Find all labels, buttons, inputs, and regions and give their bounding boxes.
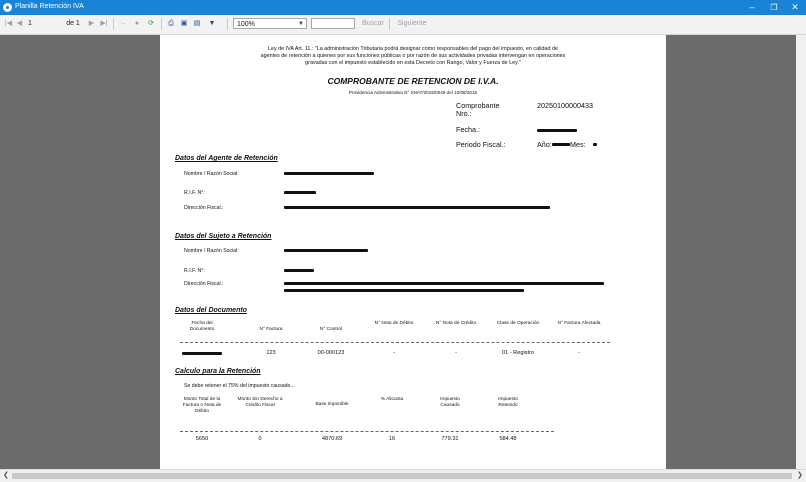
next-page-icon[interactable]: ▶ [87, 18, 96, 30]
calculo-alicuota-value: 16 [388, 436, 396, 442]
find-button[interactable]: Buscar [360, 18, 386, 30]
fecha-label: Fecha.: [456, 125, 480, 134]
documento-header-control: N° Control [319, 327, 343, 332]
documento-header-nota-credito: N° Nota de Crédito [435, 321, 477, 326]
find-next-button[interactable]: Siguiente [395, 18, 429, 30]
documento-factura-afectada-value: - [578, 350, 580, 356]
documento-nota-credito-value: - [455, 350, 457, 356]
documento-divider [180, 342, 610, 343]
documento-header-fecha: Fecha del Documento [189, 321, 215, 332]
redacted-agente-rif [284, 191, 316, 194]
toolbar-separator [389, 18, 390, 30]
calculo-note: Se debe retener el 75% del impuesto caus… [184, 383, 295, 389]
redacted-agente-address [284, 206, 550, 209]
redacted-agente-name [284, 172, 374, 175]
scrollbar-thumb[interactable] [12, 473, 792, 479]
redacted-documento-fecha [182, 352, 222, 355]
app-icon [3, 3, 12, 12]
redacted-sujeto-address-line-2 [284, 289, 524, 292]
agente-name-label: Nombre / Razón Social: [184, 171, 239, 177]
calculo-sin-derecho-value: 0 [258, 436, 262, 442]
minimize-icon[interactable]: – [741, 0, 763, 15]
calculo-header-causado: Impuesto Causado [440, 397, 460, 408]
redacted-sujeto-name [284, 249, 368, 252]
maximize-icon[interactable]: ❐ [763, 0, 785, 15]
law-text-line-2: agentes de retención a quienes por sus f… [260, 53, 566, 59]
sujeto-heading: Datos del Sujeto a Retención [175, 233, 272, 240]
print-icon[interactable]: ⎙ [166, 18, 176, 30]
zoom-value: 100% [237, 21, 255, 28]
calculo-retenido-value: 584.48 [499, 436, 517, 442]
first-page-icon[interactable]: |◀ [4, 18, 13, 30]
redacted-sujeto-address-line-1 [284, 282, 604, 285]
zoom-select[interactable]: 100% ▼ [233, 18, 307, 29]
calculo-causado-value: 779.31 [441, 436, 459, 442]
law-text-line-3: gravadas con el impuesto establecido en … [305, 60, 521, 66]
calculo-header-sin-derecho: Monto Sin Derecho a Crédito Fiscal [237, 397, 283, 408]
close-icon[interactable]: ✕ [784, 0, 806, 15]
page-setup-icon[interactable]: ▤ [192, 18, 202, 30]
toolbar-separator [113, 18, 114, 30]
back-icon[interactable]: ← [119, 18, 128, 30]
agente-rif-label: R.I.F. N°: [184, 190, 205, 196]
stop-icon[interactable]: ● [132, 18, 142, 30]
last-page-icon[interactable]: ▶| [99, 18, 109, 30]
documento-header-factura: N° Factura [259, 327, 283, 332]
calculo-header-retenido: Impuesto Retenido [498, 397, 518, 408]
agente-address-label: Dirección Fiscal.: [184, 205, 224, 211]
report-page: Ley de IVA Art. 11.: "La administración … [160, 35, 666, 469]
redacted-year [552, 143, 570, 146]
scroll-right-icon[interactable]: ❯ [797, 471, 803, 479]
periodo-fiscal-label: Periodo Fiscal.: [456, 140, 506, 149]
window-titlebar: Planilla Retención IVA – ❐ ✕ [0, 0, 806, 15]
calculo-header-base: Base Imponible [315, 402, 349, 407]
vertical-scrollbar[interactable] [796, 35, 806, 469]
calculo-heading: Calculo para la Retención [175, 368, 261, 375]
report-toolbar: |◀ ◀ 1 de 1 ▶ ▶| ← ● ⟳ ⎙ ▣ ▤ ▼ 100% ▼ Bu… [0, 15, 806, 35]
documento-clase-value: 01 - Registro [501, 350, 535, 356]
toolbar-separator [161, 18, 162, 30]
documento-factura-value: 123 [266, 350, 276, 356]
documento-nota-debito-value: - [393, 350, 395, 356]
scroll-left-icon[interactable]: ❮ [3, 471, 9, 479]
search-input[interactable] [311, 18, 355, 29]
documento-header-factura-afectada: N° Factura Afectada [557, 321, 601, 326]
periodo-month-label: Mes: [570, 140, 586, 149]
page-number-input[interactable]: 1 [28, 18, 44, 30]
report-title: COMPROBANTE DE RETENCION DE I.V.A. [327, 76, 499, 86]
documento-heading: Datos del Documento [175, 307, 247, 314]
documento-header-nota-debito: N° Nota de Débito [374, 321, 414, 326]
calculo-divider [180, 431, 554, 432]
refresh-icon[interactable]: ⟳ [146, 18, 156, 30]
page-count-label: de 1 [66, 20, 80, 27]
calculo-header-alicuota: % Alicuota [380, 397, 404, 402]
calculo-header-monto-total: Monto Total de la Factura o Nota de Débi… [182, 397, 222, 414]
sujeto-rif-label: R.I.F. N°: [184, 268, 205, 274]
documento-control-value: 00-000123 [317, 350, 345, 356]
redacted-month [593, 143, 597, 146]
sujeto-address-label: Dirección Fiscal.: [184, 281, 224, 287]
comprobante-label-2: Nro.: [456, 109, 472, 118]
toolbar-separator [227, 18, 228, 30]
sujeto-name-label: Nombre / Razón Social: [184, 248, 239, 254]
print-layout-icon[interactable]: ▣ [179, 18, 189, 30]
horizontal-scrollbar[interactable]: ❮ ❯ [0, 469, 806, 482]
previous-page-icon[interactable]: ◀ [15, 18, 24, 30]
documento-header-clase: Clase de Operación [496, 321, 540, 326]
providencia-text: Providencia Administrativa N° SNAT/2015/… [348, 90, 478, 95]
report-viewport: Ley de IVA Art. 11.: "La administración … [0, 35, 806, 469]
comprobante-number: 20250100000433 [537, 101, 593, 110]
calculo-base-value: 4870.69 [321, 436, 343, 442]
export-icon[interactable]: ▼ [205, 18, 219, 30]
periodo-year-label: Año: [537, 140, 552, 149]
chevron-down-icon[interactable]: ▼ [298, 19, 304, 30]
calculo-monto-total-value: 5650 [195, 436, 209, 442]
redacted-sujeto-rif [284, 269, 314, 272]
law-text-line-1: Ley de IVA Art. 11.: "La administración … [268, 46, 558, 52]
redacted-fecha [537, 129, 577, 132]
agente-heading: Datos del Agente de Retención [175, 155, 278, 162]
window-title: Planilla Retención IVA [15, 3, 84, 10]
